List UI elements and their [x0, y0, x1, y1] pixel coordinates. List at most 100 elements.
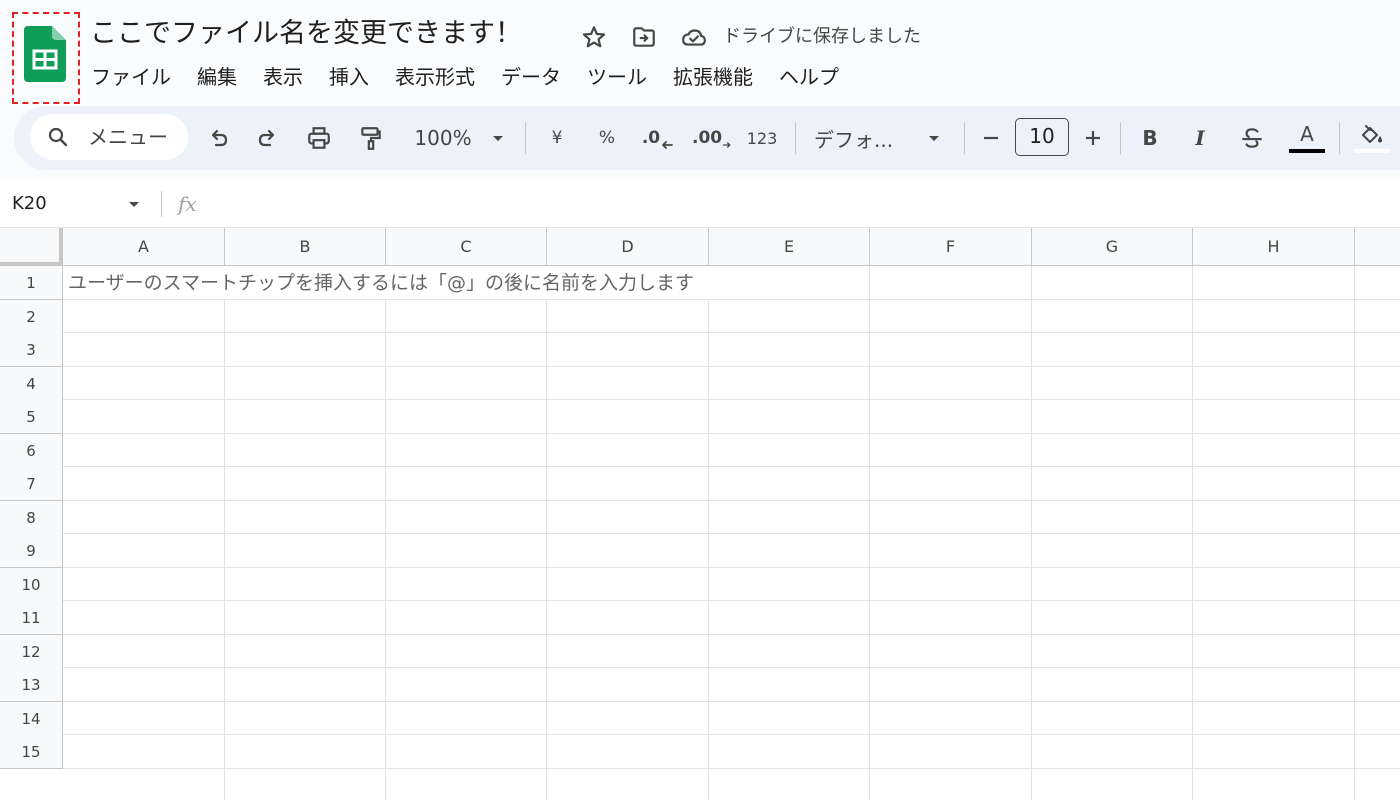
- increase-decimal-button[interactable]: .00: [692, 120, 732, 156]
- column-gridline: [1192, 266, 1193, 800]
- row-gridline: [63, 600, 1400, 601]
- menu-search-button[interactable]: メニュー: [30, 114, 188, 160]
- row-header-10[interactable]: 10: [0, 568, 63, 602]
- row-header-15[interactable]: 15: [0, 735, 63, 769]
- row-gridline: [63, 567, 1400, 568]
- row-gridline: [63, 366, 1400, 367]
- row-header-8[interactable]: 8: [0, 501, 63, 535]
- row-header-14[interactable]: 14: [0, 702, 63, 736]
- column-gridline: [708, 300, 709, 800]
- formula-bar-divider: [161, 191, 162, 217]
- more-formats-label: 123: [746, 128, 778, 148]
- undo-button[interactable]: [202, 120, 234, 156]
- row-header-12[interactable]: 12: [0, 635, 63, 669]
- zoom-value: 100%: [414, 126, 472, 150]
- paint-format-icon: [361, 127, 381, 150]
- row-header-11[interactable]: 11: [0, 601, 63, 635]
- column-header-b[interactable]: B: [225, 228, 386, 266]
- toolbar-divider: [795, 122, 796, 154]
- cloud-saved-icon[interactable]: [681, 24, 707, 50]
- row-header-6[interactable]: 6: [0, 434, 63, 468]
- row-gridline: [63, 399, 1400, 400]
- bold-button[interactable]: B: [1136, 120, 1164, 156]
- decrease-decimal-button[interactable]: .0: [640, 120, 676, 156]
- zoom-select[interactable]: 100%: [406, 120, 518, 156]
- toolbar-divider: [1339, 122, 1340, 154]
- menu-view[interactable]: 表示: [250, 58, 316, 96]
- fx-icon: fx: [178, 192, 197, 216]
- undo-icon: [211, 129, 228, 147]
- spreadsheet-grid[interactable]: A B C D E F G H 1 2 3 4 5 6 7 8 9 10 11 …: [0, 228, 1400, 800]
- decrease-decimal-label: .0: [641, 128, 661, 148]
- more-formats-button[interactable]: 123: [744, 120, 780, 156]
- print-button[interactable]: [302, 120, 336, 156]
- column-header-e[interactable]: E: [709, 228, 870, 266]
- strikethrough-icon: [1242, 128, 1262, 148]
- strikethrough-button[interactable]: [1236, 120, 1268, 156]
- font-select[interactable]: デフォ...: [814, 120, 950, 156]
- row-header-9[interactable]: 9: [0, 534, 63, 568]
- arrow-left-icon: [662, 141, 674, 149]
- row-gridline: [63, 332, 1400, 333]
- row-header-7[interactable]: 7: [0, 467, 63, 501]
- move-to-folder-icon[interactable]: [631, 24, 657, 50]
- document-title[interactable]: ここでファイル名を変更できます！: [90, 14, 522, 54]
- app-header: ここでファイル名を変更できます！ ドライブに保存しました ファイル 編集 表示 …: [0, 0, 1400, 104]
- menu-extensions[interactable]: 拡張機能: [660, 58, 766, 96]
- row-gridline: [63, 634, 1400, 635]
- column-header-g[interactable]: G: [1032, 228, 1193, 266]
- menu-data[interactable]: データ: [488, 58, 574, 96]
- column-gridline: [869, 266, 870, 800]
- row-header-2[interactable]: 2: [0, 300, 63, 334]
- arrow-right-icon: [722, 142, 731, 148]
- menu-file[interactable]: ファイル: [78, 58, 184, 96]
- menu-search-label: メニュー: [88, 125, 168, 149]
- bold-label: B: [1142, 126, 1158, 150]
- column-header-d[interactable]: D: [547, 228, 709, 266]
- italic-label: I: [1195, 126, 1205, 150]
- menu-help[interactable]: ヘルプ: [766, 58, 852, 96]
- redo-button[interactable]: [252, 120, 284, 156]
- column-header-c[interactable]: C: [386, 228, 547, 266]
- text-color-button[interactable]: A: [1287, 120, 1327, 156]
- increase-font-size-button[interactable]: [1080, 120, 1106, 156]
- decrease-font-size-button[interactable]: [978, 120, 1004, 156]
- fill-color-icon: [1362, 125, 1382, 143]
- column-header-a[interactable]: A: [63, 228, 225, 266]
- star-icon[interactable]: [581, 24, 607, 50]
- row-gridline: [63, 500, 1400, 501]
- currency-format-button[interactable]: ¥: [542, 120, 572, 156]
- select-all-corner[interactable]: [0, 228, 63, 266]
- toolbar-divider: [964, 122, 965, 154]
- chevron-down-icon: [492, 136, 503, 141]
- column-gridline: [546, 300, 547, 800]
- row-header-3[interactable]: 3: [0, 333, 63, 367]
- name-box[interactable]: K20: [12, 180, 47, 228]
- menu-insert[interactable]: 挿入: [316, 58, 382, 96]
- percent-format-button[interactable]: %: [592, 120, 622, 156]
- search-icon: [48, 127, 68, 147]
- row-header-1[interactable]: 1: [0, 266, 63, 300]
- column-header-f[interactable]: F: [870, 228, 1032, 266]
- sheets-logo-icon[interactable]: [24, 26, 66, 82]
- menu-edit[interactable]: 編集: [184, 58, 250, 96]
- font-size-input[interactable]: 10: [1015, 118, 1069, 156]
- row-header-5[interactable]: 5: [0, 400, 63, 434]
- column-header-partial[interactable]: [1355, 228, 1400, 266]
- row-gridline: [63, 466, 1400, 467]
- row-header-13[interactable]: 13: [0, 668, 63, 702]
- menu-format[interactable]: 表示形式: [382, 58, 488, 96]
- menu-tools[interactable]: ツール: [574, 58, 660, 96]
- fill-color-button[interactable]: [1352, 120, 1392, 156]
- toolbar: メニュー 100% ¥ % .0 .00 123 デフォ... 10 B I A: [14, 106, 1400, 170]
- print-icon: [308, 127, 330, 149]
- paint-format-button[interactable]: [354, 120, 388, 156]
- column-gridline: [1031, 266, 1032, 800]
- toolbar-divider: [525, 122, 526, 154]
- currency-symbol: ¥: [551, 128, 563, 148]
- cell-a1-placeholder[interactable]: ユーザーのスマートチップを挿入するには「@」の後に名前を入力します: [68, 266, 694, 300]
- column-header-h[interactable]: H: [1193, 228, 1355, 266]
- row-header-4[interactable]: 4: [0, 367, 63, 401]
- chevron-down-icon[interactable]: [126, 196, 142, 212]
- italic-button[interactable]: I: [1186, 120, 1214, 156]
